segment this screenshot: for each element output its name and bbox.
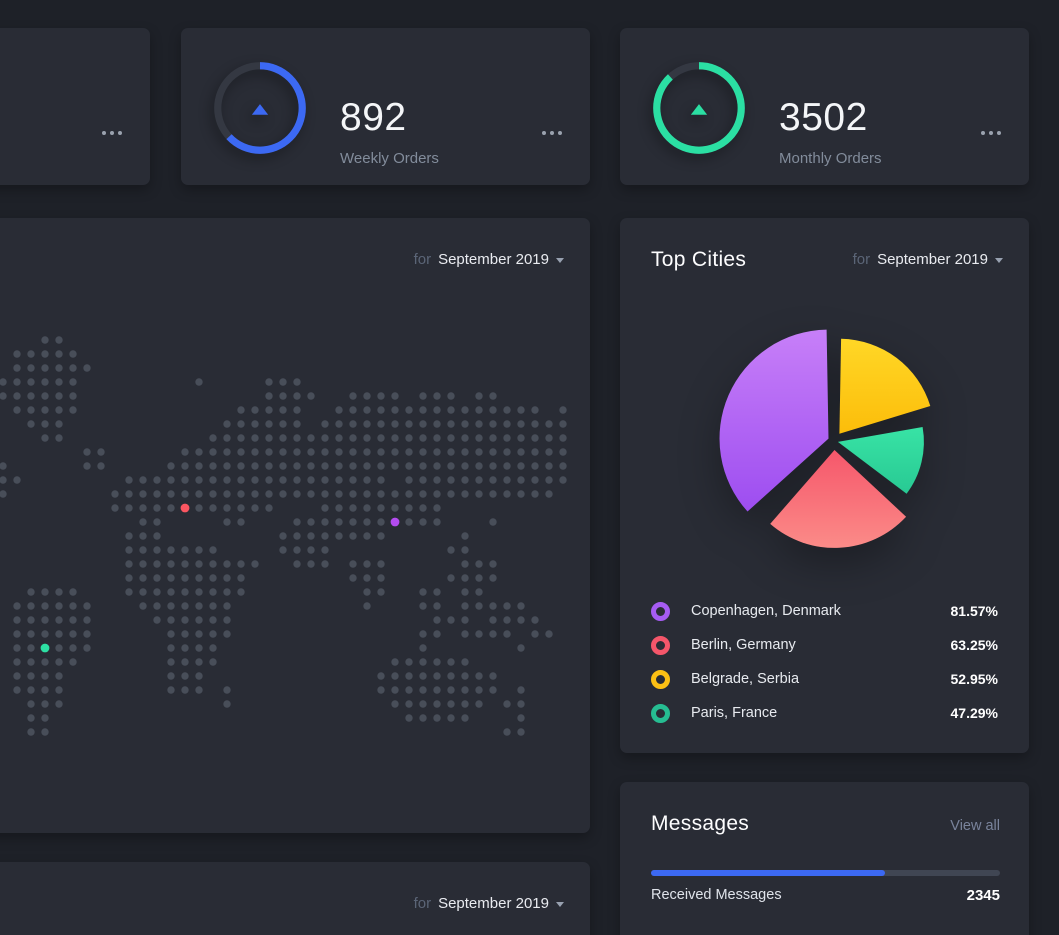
dashboard-page: 892 Weekly Orders 3502 Monthly Orders fo… xyxy=(0,0,1059,935)
monthly-orders-value: 3502 xyxy=(779,98,882,137)
green-ring-icon xyxy=(651,704,670,723)
stat-card-weekly-orders: 892 Weekly Orders xyxy=(181,28,590,185)
legend-percent: 47.29% xyxy=(951,705,998,721)
messages-progress-track xyxy=(651,870,1000,876)
top-cities-card: Top Cities for September 2019 Copenhagen… xyxy=(620,218,1029,753)
bottom-card-month-filter[interactable]: for September 2019 xyxy=(414,895,564,912)
messages-title: Messages xyxy=(651,812,749,836)
top-cities-pie-chart[interactable] xyxy=(684,311,984,571)
top-cities-title: Top Cities xyxy=(651,248,746,272)
more-options-icon[interactable] xyxy=(102,131,122,135)
red-ring-icon xyxy=(651,636,670,655)
yellow-ring-icon xyxy=(651,670,670,689)
more-options-icon[interactable] xyxy=(542,131,562,135)
weekly-orders-value: 892 xyxy=(340,98,439,137)
bottom-left-card: for September 2019 xyxy=(0,862,590,935)
caret-down-icon xyxy=(995,258,1003,263)
caret-down-icon xyxy=(556,902,564,907)
legend-percent: 81.57% xyxy=(951,603,998,619)
purple-ring-icon xyxy=(651,602,670,621)
messages-progress-fill xyxy=(651,870,885,876)
messages-row: Received Messages 2345 xyxy=(651,887,1000,904)
world-map-card: for September 2019 xyxy=(0,218,590,833)
top-cities-month-filter[interactable]: for September 2019 xyxy=(853,251,1003,268)
messages-row-value: 2345 xyxy=(967,887,1000,904)
weekly-orders-progress-ring xyxy=(212,60,308,156)
stat-card-monthly-orders: 3502 Monthly Orders xyxy=(620,28,1029,185)
legend-label: Berlin, Germany xyxy=(691,637,796,653)
monthly-orders-progress-ring xyxy=(651,60,747,156)
legend-row-paris[interactable]: Paris, France 47.29% xyxy=(651,696,998,730)
view-all-link[interactable]: View all xyxy=(950,818,1000,834)
dotted-world-map xyxy=(0,218,590,833)
legend-percent: 52.95% xyxy=(951,671,998,687)
messages-row-label: Received Messages xyxy=(651,887,782,904)
weekly-orders-label: Weekly Orders xyxy=(340,150,439,167)
monthly-orders-label: Monthly Orders xyxy=(779,150,882,167)
filter-prefix: for xyxy=(414,895,432,912)
legend-row-copenhagen[interactable]: Copenhagen, Denmark 81.57% xyxy=(651,594,998,628)
legend-label: Copenhagen, Denmark xyxy=(691,603,841,619)
filter-value: September 2019 xyxy=(438,895,549,912)
legend-label: Paris, France xyxy=(691,705,777,721)
filter-prefix: for xyxy=(853,251,871,268)
legend-label: Belgrade, Serbia xyxy=(691,671,799,687)
legend-row-berlin[interactable]: Berlin, Germany 63.25% xyxy=(651,628,998,662)
more-options-icon[interactable] xyxy=(981,131,1001,135)
legend-percent: 63.25% xyxy=(951,637,998,653)
filter-value: September 2019 xyxy=(877,251,988,268)
stat-card-partial xyxy=(0,28,150,185)
legend-row-belgrade[interactable]: Belgrade, Serbia 52.95% xyxy=(651,662,998,696)
pie-legend: Copenhagen, Denmark 81.57% Berlin, Germa… xyxy=(651,594,998,730)
messages-card: Messages View all Received Messages 2345 xyxy=(620,782,1029,935)
